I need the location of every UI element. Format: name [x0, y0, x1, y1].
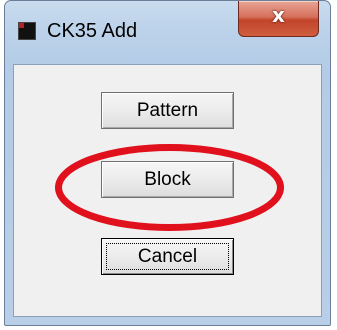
dialog-window: CK35 Add x Pattern Block Cancel [4, 0, 331, 326]
cancel-button[interactable]: Cancel [101, 238, 234, 275]
app-icon[interactable] [18, 22, 36, 40]
title-bar[interactable]: CK35 Add x [5, 1, 330, 65]
pattern-button[interactable]: Pattern [101, 92, 234, 129]
pattern-button-label: Pattern [136, 100, 199, 121]
close-icon: x [272, 3, 285, 27]
block-button[interactable]: Block [101, 161, 234, 198]
close-button[interactable]: x [238, 1, 319, 37]
block-button-label: Block [144, 169, 191, 190]
window-title: CK35 Add [47, 20, 138, 42]
cancel-button-label: Cancel [137, 246, 198, 267]
dialog-body: Pattern Block Cancel [13, 64, 322, 317]
